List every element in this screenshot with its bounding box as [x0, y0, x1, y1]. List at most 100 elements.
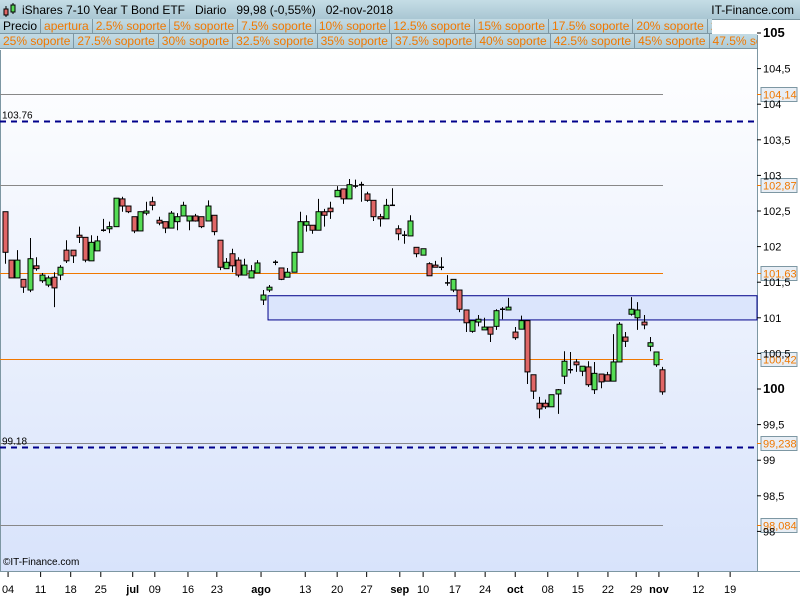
candle [20, 278, 27, 293]
candle [125, 205, 132, 214]
candle-body [610, 361, 617, 382]
x-tick-label: jul [125, 584, 139, 596]
candle [51, 272, 58, 308]
x-tick-label: 19 [724, 584, 736, 596]
candle [579, 365, 586, 377]
candle-body [432, 264, 439, 268]
candle-body [149, 201, 156, 206]
candle-body [137, 211, 144, 232]
candle-body [370, 199, 377, 218]
candle-body [8, 259, 15, 279]
x-tick-label: 11 [35, 584, 46, 596]
candle [536, 396, 543, 419]
x-tick-label: 29 [630, 584, 642, 596]
candle [622, 332, 629, 347]
candle-body [162, 221, 169, 229]
candle [162, 221, 169, 234]
candle [260, 290, 267, 305]
y-tick-label: 105 [763, 25, 785, 40]
candle [334, 186, 341, 198]
candle-body [51, 276, 58, 289]
candle-body [192, 215, 199, 222]
y-tick-label: 101,5 [763, 277, 791, 289]
candle [591, 361, 598, 394]
candle-body [217, 239, 224, 268]
candle [445, 275, 450, 286]
candle [353, 179, 358, 189]
candle-body [622, 336, 629, 342]
candle-body [463, 309, 470, 324]
candle-body [524, 320, 531, 373]
candle-body [119, 198, 126, 207]
candle-body [168, 212, 175, 229]
candle-body [536, 402, 543, 410]
candle [604, 371, 611, 382]
candle [205, 200, 212, 222]
candle [512, 327, 519, 340]
candle [598, 373, 605, 389]
candle [273, 260, 278, 266]
candle [370, 199, 377, 221]
candle [266, 285, 273, 293]
candle-body [254, 262, 261, 274]
candle [174, 213, 181, 231]
candle [315, 198, 322, 231]
candle [63, 240, 70, 263]
copyright: ©IT-Finance.com [3, 557, 80, 568]
candle [217, 239, 224, 271]
candle-body [248, 270, 255, 279]
candle [487, 326, 494, 343]
candle-body [20, 278, 27, 288]
candle [284, 267, 291, 278]
candle-body [223, 261, 230, 270]
candle [143, 201, 150, 216]
candle-body [505, 306, 512, 311]
candle [278, 267, 285, 281]
candle-body [555, 389, 562, 395]
candle-body [413, 246, 420, 255]
candle [585, 361, 592, 387]
y-tick-label: 100 [763, 381, 785, 396]
candle-body [82, 236, 89, 261]
candle-body [186, 215, 193, 222]
candle [192, 213, 199, 222]
x-tick-label: 17 [449, 584, 461, 596]
candle [359, 181, 364, 202]
candle [248, 265, 255, 279]
candle-body [76, 234, 83, 238]
candle-body [591, 372, 598, 391]
candle [211, 214, 218, 236]
candle [241, 258, 248, 276]
candle-body [211, 214, 218, 233]
candle [407, 215, 414, 237]
candle [235, 257, 242, 278]
candle [33, 257, 40, 271]
y-tick-label: 99 [763, 455, 775, 467]
candle-body [475, 318, 482, 323]
candle [456, 289, 463, 313]
candle-body [604, 374, 611, 382]
candle-body [27, 258, 34, 291]
candle-body [616, 323, 623, 363]
x-tick-label: nov [649, 584, 669, 596]
x-tick-label: 12 [692, 584, 704, 596]
candle [8, 259, 15, 279]
x-tick-label: 23 [211, 584, 223, 596]
candle-body [125, 205, 132, 213]
candle [2, 211, 9, 264]
candle [524, 320, 531, 385]
candle [493, 309, 500, 330]
x-tick-label: 20 [331, 584, 343, 596]
candle [137, 211, 144, 232]
candle-body [88, 241, 95, 262]
candle [383, 198, 390, 220]
candle [653, 351, 660, 367]
candle-body [156, 219, 163, 224]
candle [530, 374, 537, 399]
candle-body [420, 248, 427, 256]
candle-body [456, 289, 463, 310]
candle-body [585, 366, 592, 386]
candle [291, 251, 298, 273]
candle-body [561, 360, 568, 377]
level-label: 103.76 [2, 111, 33, 122]
